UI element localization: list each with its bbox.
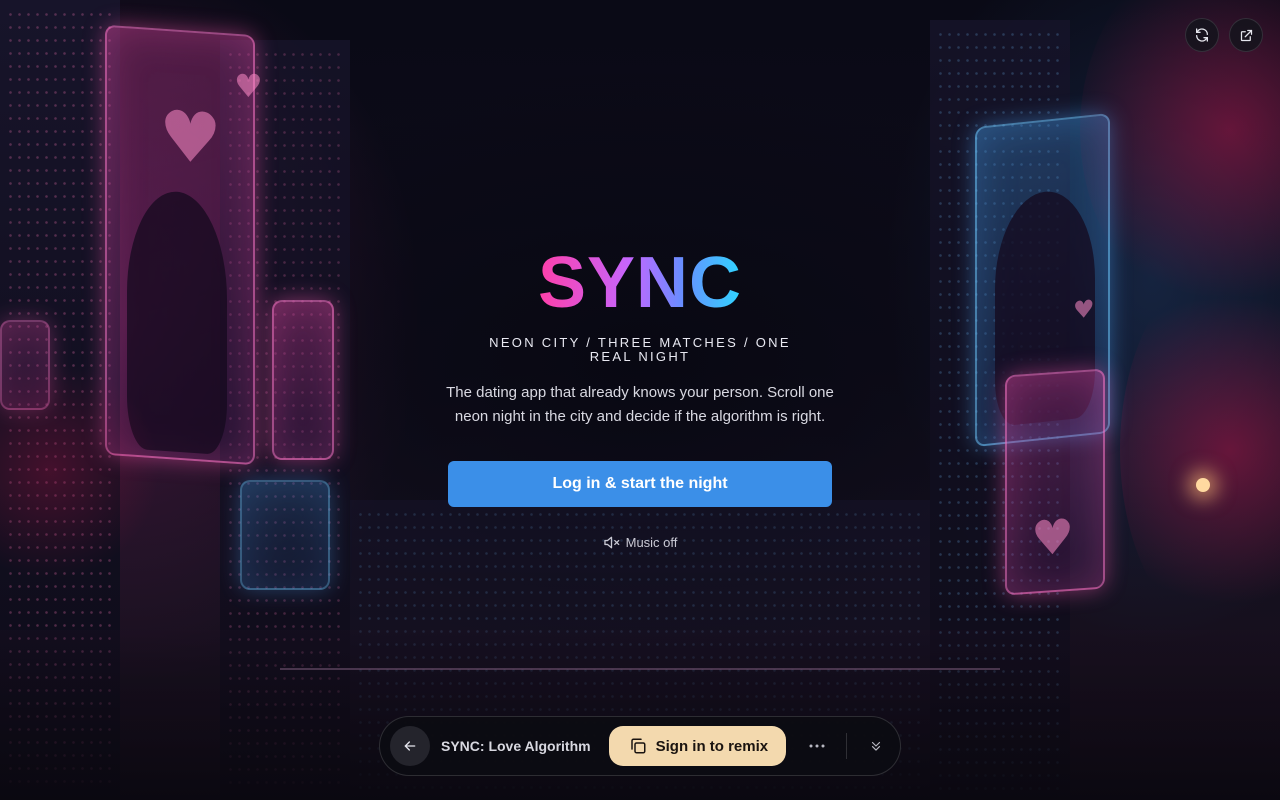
- heart-icon: ♥: [234, 67, 263, 105]
- hologram-card-right-pink: ♥: [1005, 368, 1105, 596]
- railing: [280, 668, 1000, 670]
- music-toggle[interactable]: Music off: [603, 535, 678, 550]
- app-logo: SYNC: [538, 240, 742, 326]
- sign-in-remix-button[interactable]: Sign in to remix: [608, 726, 787, 766]
- external-link-icon: [1240, 29, 1252, 41]
- login-start-button[interactable]: Log in & start the night: [448, 461, 832, 507]
- refresh-button[interactable]: [1185, 18, 1219, 52]
- refresh-icon: [1196, 28, 1208, 42]
- hero: SYNC NEON CITY / THREE MATCHES / ONE REA…: [440, 240, 840, 550]
- tagline: NEON CITY / THREE MATCHES / ONE REAL NIG…: [489, 335, 791, 364]
- music-label: Music off: [625, 535, 678, 550]
- collapse-button[interactable]: [861, 731, 891, 761]
- copy-icon: [630, 738, 646, 754]
- remix-label: Sign in to remix: [655, 737, 769, 755]
- arrow-left-icon: [404, 741, 416, 751]
- chevrons-down-icon: [872, 741, 881, 751]
- heart-icon: ♥: [159, 94, 222, 181]
- volume-mute-icon: [603, 536, 619, 549]
- ellipsis-icon: [809, 744, 825, 748]
- hero-description: The dating app that already knows your p…: [446, 384, 834, 425]
- bottom-bar: SYNC: Love Algorithm Sign in to remix: [379, 716, 901, 776]
- divider: [846, 733, 848, 759]
- back-button[interactable]: [390, 726, 430, 766]
- heart-icon: ♥: [1031, 508, 1075, 568]
- open-external-button[interactable]: [1229, 18, 1263, 52]
- hologram-card-left-small: [272, 300, 334, 460]
- heart-icon: ♥: [1073, 294, 1095, 325]
- hologram-card-left-bottom: [240, 480, 330, 590]
- street-lamp: [1196, 478, 1210, 492]
- project-title: SYNC: Love Algorithm: [441, 738, 591, 754]
- more-options-button[interactable]: [802, 731, 832, 761]
